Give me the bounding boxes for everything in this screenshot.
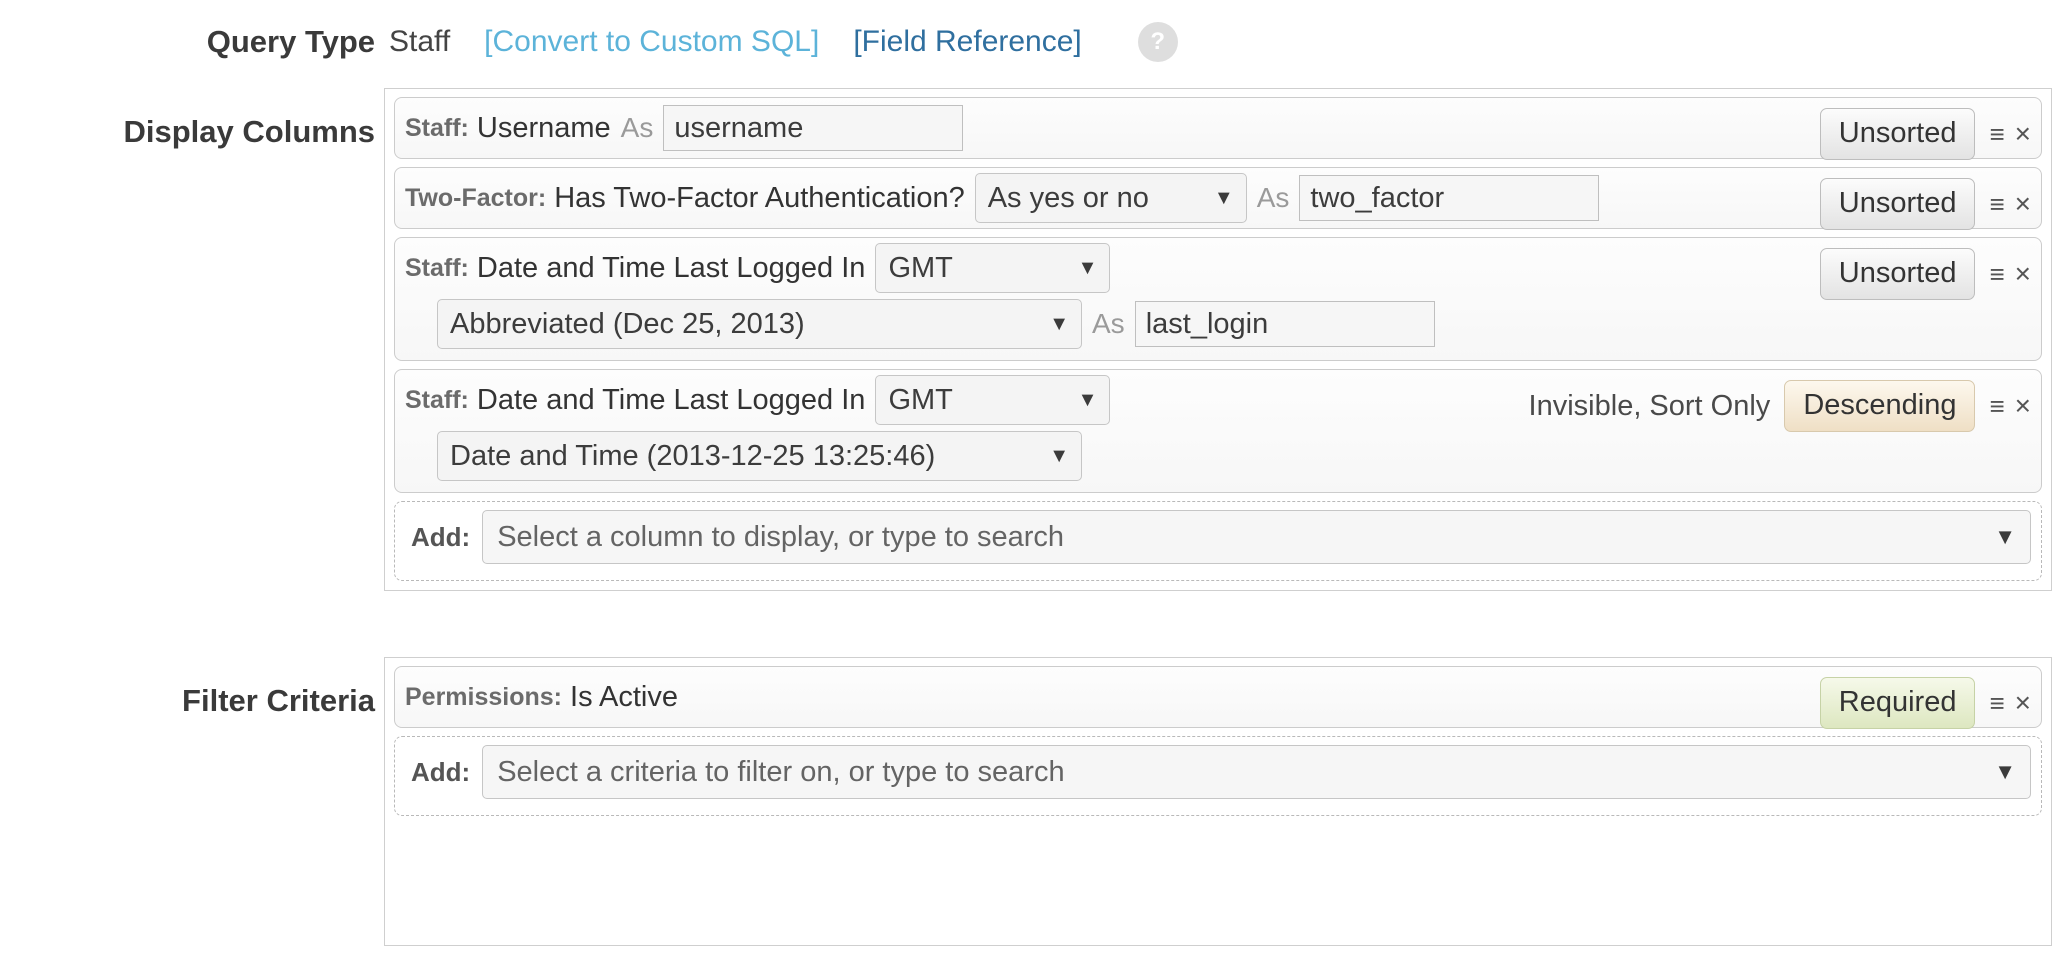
visibility-note: Invisible, Sort Only <box>1529 390 1771 423</box>
sort-state-button[interactable]: Unsorted <box>1820 108 1976 160</box>
filter-criteria-panel: Permissions: Is Active Required ≡ × Add:… <box>384 657 2052 946</box>
column-table-label: Staff: <box>405 386 469 415</box>
sort-state-button[interactable]: Descending <box>1784 380 1975 432</box>
add-display-column-row[interactable]: Add: Select a column to display, or type… <box>394 501 2042 581</box>
chevron-down-icon: ▼ <box>1031 446 1069 466</box>
column-alias-input[interactable] <box>663 105 963 151</box>
display-column-row[interactable]: Staff: Username As Unsorted ≡ × <box>394 97 2042 159</box>
add-column-select[interactable]: Select a column to display, or type to s… <box>482 510 2031 564</box>
date-format-select-value: Date and Time (2013-12-25 13:25:46) <box>450 440 935 473</box>
column-table-label: Staff: <box>405 114 469 143</box>
add-criteria-placeholder: Select a criteria to filter on, or type … <box>497 756 1064 789</box>
drag-handle-icon[interactable]: ≡ <box>1989 690 2004 716</box>
drag-handle-icon[interactable]: ≡ <box>1989 191 2004 217</box>
drag-handle-icon[interactable]: ≡ <box>1989 393 2004 419</box>
column-field-label: Date and Time Last Logged In <box>477 252 866 285</box>
chevron-down-icon: ▼ <box>1060 390 1098 410</box>
criteria-state-button[interactable]: Required <box>1820 677 1976 729</box>
display-columns-panel: Staff: Username As Unsorted ≡ × Two-Fact… <box>384 88 2052 591</box>
column-table-label: Staff: <box>405 254 469 283</box>
format-select-value: As yes or no <box>988 182 1149 215</box>
query-type-label: Query Type <box>0 24 375 60</box>
field-reference-link[interactable]: [Field Reference] <box>853 25 1081 59</box>
close-icon[interactable]: × <box>2015 120 2031 148</box>
date-format-select-value: Abbreviated (Dec 25, 2013) <box>450 308 805 341</box>
criteria-field-label: Is Active <box>570 681 678 714</box>
chevron-down-icon: ▼ <box>1060 258 1098 278</box>
filter-criteria-row[interactable]: Permissions: Is Active Required ≡ × <box>394 666 2042 728</box>
add-criteria-select[interactable]: Select a criteria to filter on, or type … <box>482 745 2031 799</box>
add-column-placeholder: Select a column to display, or type to s… <box>497 521 1064 554</box>
close-icon[interactable]: × <box>2015 689 2031 717</box>
display-columns-section: Display Columns Staff: Username As Unsor… <box>0 88 2052 591</box>
column-table-label: Two-Factor: <box>405 184 546 213</box>
row-controls: Unsorted ≡ × <box>1820 108 2031 160</box>
row-controls: Unsorted ≡ × <box>1820 178 2031 230</box>
filter-criteria-section: Filter Criteria Permissions: Is Active R… <box>0 657 2052 946</box>
display-column-row[interactable]: Staff: Date and Time Last Logged In GMT … <box>394 369 2042 493</box>
column-field-label: Date and Time Last Logged In <box>477 384 866 417</box>
chevron-down-icon: ▼ <box>1031 314 1069 334</box>
chevron-down-icon: ▼ <box>1994 761 2016 783</box>
timezone-select-value: GMT <box>888 252 952 285</box>
alias-as-label: As <box>1257 182 1290 214</box>
close-icon[interactable]: × <box>2015 190 2031 218</box>
query-builder-page: Query Type Staff [Convert to Custom SQL]… <box>0 0 2060 960</box>
drag-handle-icon[interactable]: ≡ <box>1989 121 2004 147</box>
close-icon[interactable]: × <box>2015 392 2031 420</box>
query-type-value: Staff <box>389 25 450 59</box>
chevron-down-icon: ▼ <box>1994 526 2016 548</box>
filter-criteria-label: Filter Criteria <box>0 657 375 946</box>
row-controls: Unsorted ≡ × <box>1820 248 2031 300</box>
timezone-select[interactable]: GMT ▼ <box>875 243 1110 293</box>
query-type-row: Query Type Staff [Convert to Custom SQL]… <box>0 22 2060 62</box>
alias-as-label: As <box>1092 308 1125 340</box>
alias-as-label: As <box>621 112 654 144</box>
row-controls: Invisible, Sort Only Descending ≡ × <box>1529 380 2031 432</box>
column-field-label: Username <box>477 112 611 145</box>
column-alias-input[interactable] <box>1299 175 1599 221</box>
sort-state-button[interactable]: Unsorted <box>1820 248 1976 300</box>
timezone-select-value: GMT <box>888 384 952 417</box>
help-icon[interactable]: ? <box>1138 22 1178 62</box>
display-column-row[interactable]: Two-Factor: Has Two-Factor Authenticatio… <box>394 167 2042 229</box>
format-select[interactable]: As yes or no ▼ <box>975 173 1247 223</box>
add-filter-criteria-row[interactable]: Add: Select a criteria to filter on, or … <box>394 736 2042 816</box>
column-field-label: Has Two-Factor Authentication? <box>554 182 965 215</box>
convert-to-custom-sql-link[interactable]: [Convert to Custom SQL] <box>484 25 819 59</box>
chevron-down-icon: ▼ <box>1196 188 1234 208</box>
display-columns-label: Display Columns <box>0 88 375 591</box>
close-icon[interactable]: × <box>2015 260 2031 288</box>
row-controls: Required ≡ × <box>1820 677 2031 729</box>
column-alias-input[interactable] <box>1135 301 1435 347</box>
date-format-select[interactable]: Date and Time (2013-12-25 13:25:46) ▼ <box>437 431 1082 481</box>
sort-state-button[interactable]: Unsorted <box>1820 178 1976 230</box>
criteria-table-label: Permissions: <box>405 683 562 712</box>
add-label: Add: <box>411 522 470 553</box>
display-column-row[interactable]: Staff: Date and Time Last Logged In GMT … <box>394 237 2042 361</box>
timezone-select[interactable]: GMT ▼ <box>875 375 1110 425</box>
date-format-select[interactable]: Abbreviated (Dec 25, 2013) ▼ <box>437 299 1082 349</box>
add-label: Add: <box>411 757 470 788</box>
drag-handle-icon[interactable]: ≡ <box>1989 261 2004 287</box>
